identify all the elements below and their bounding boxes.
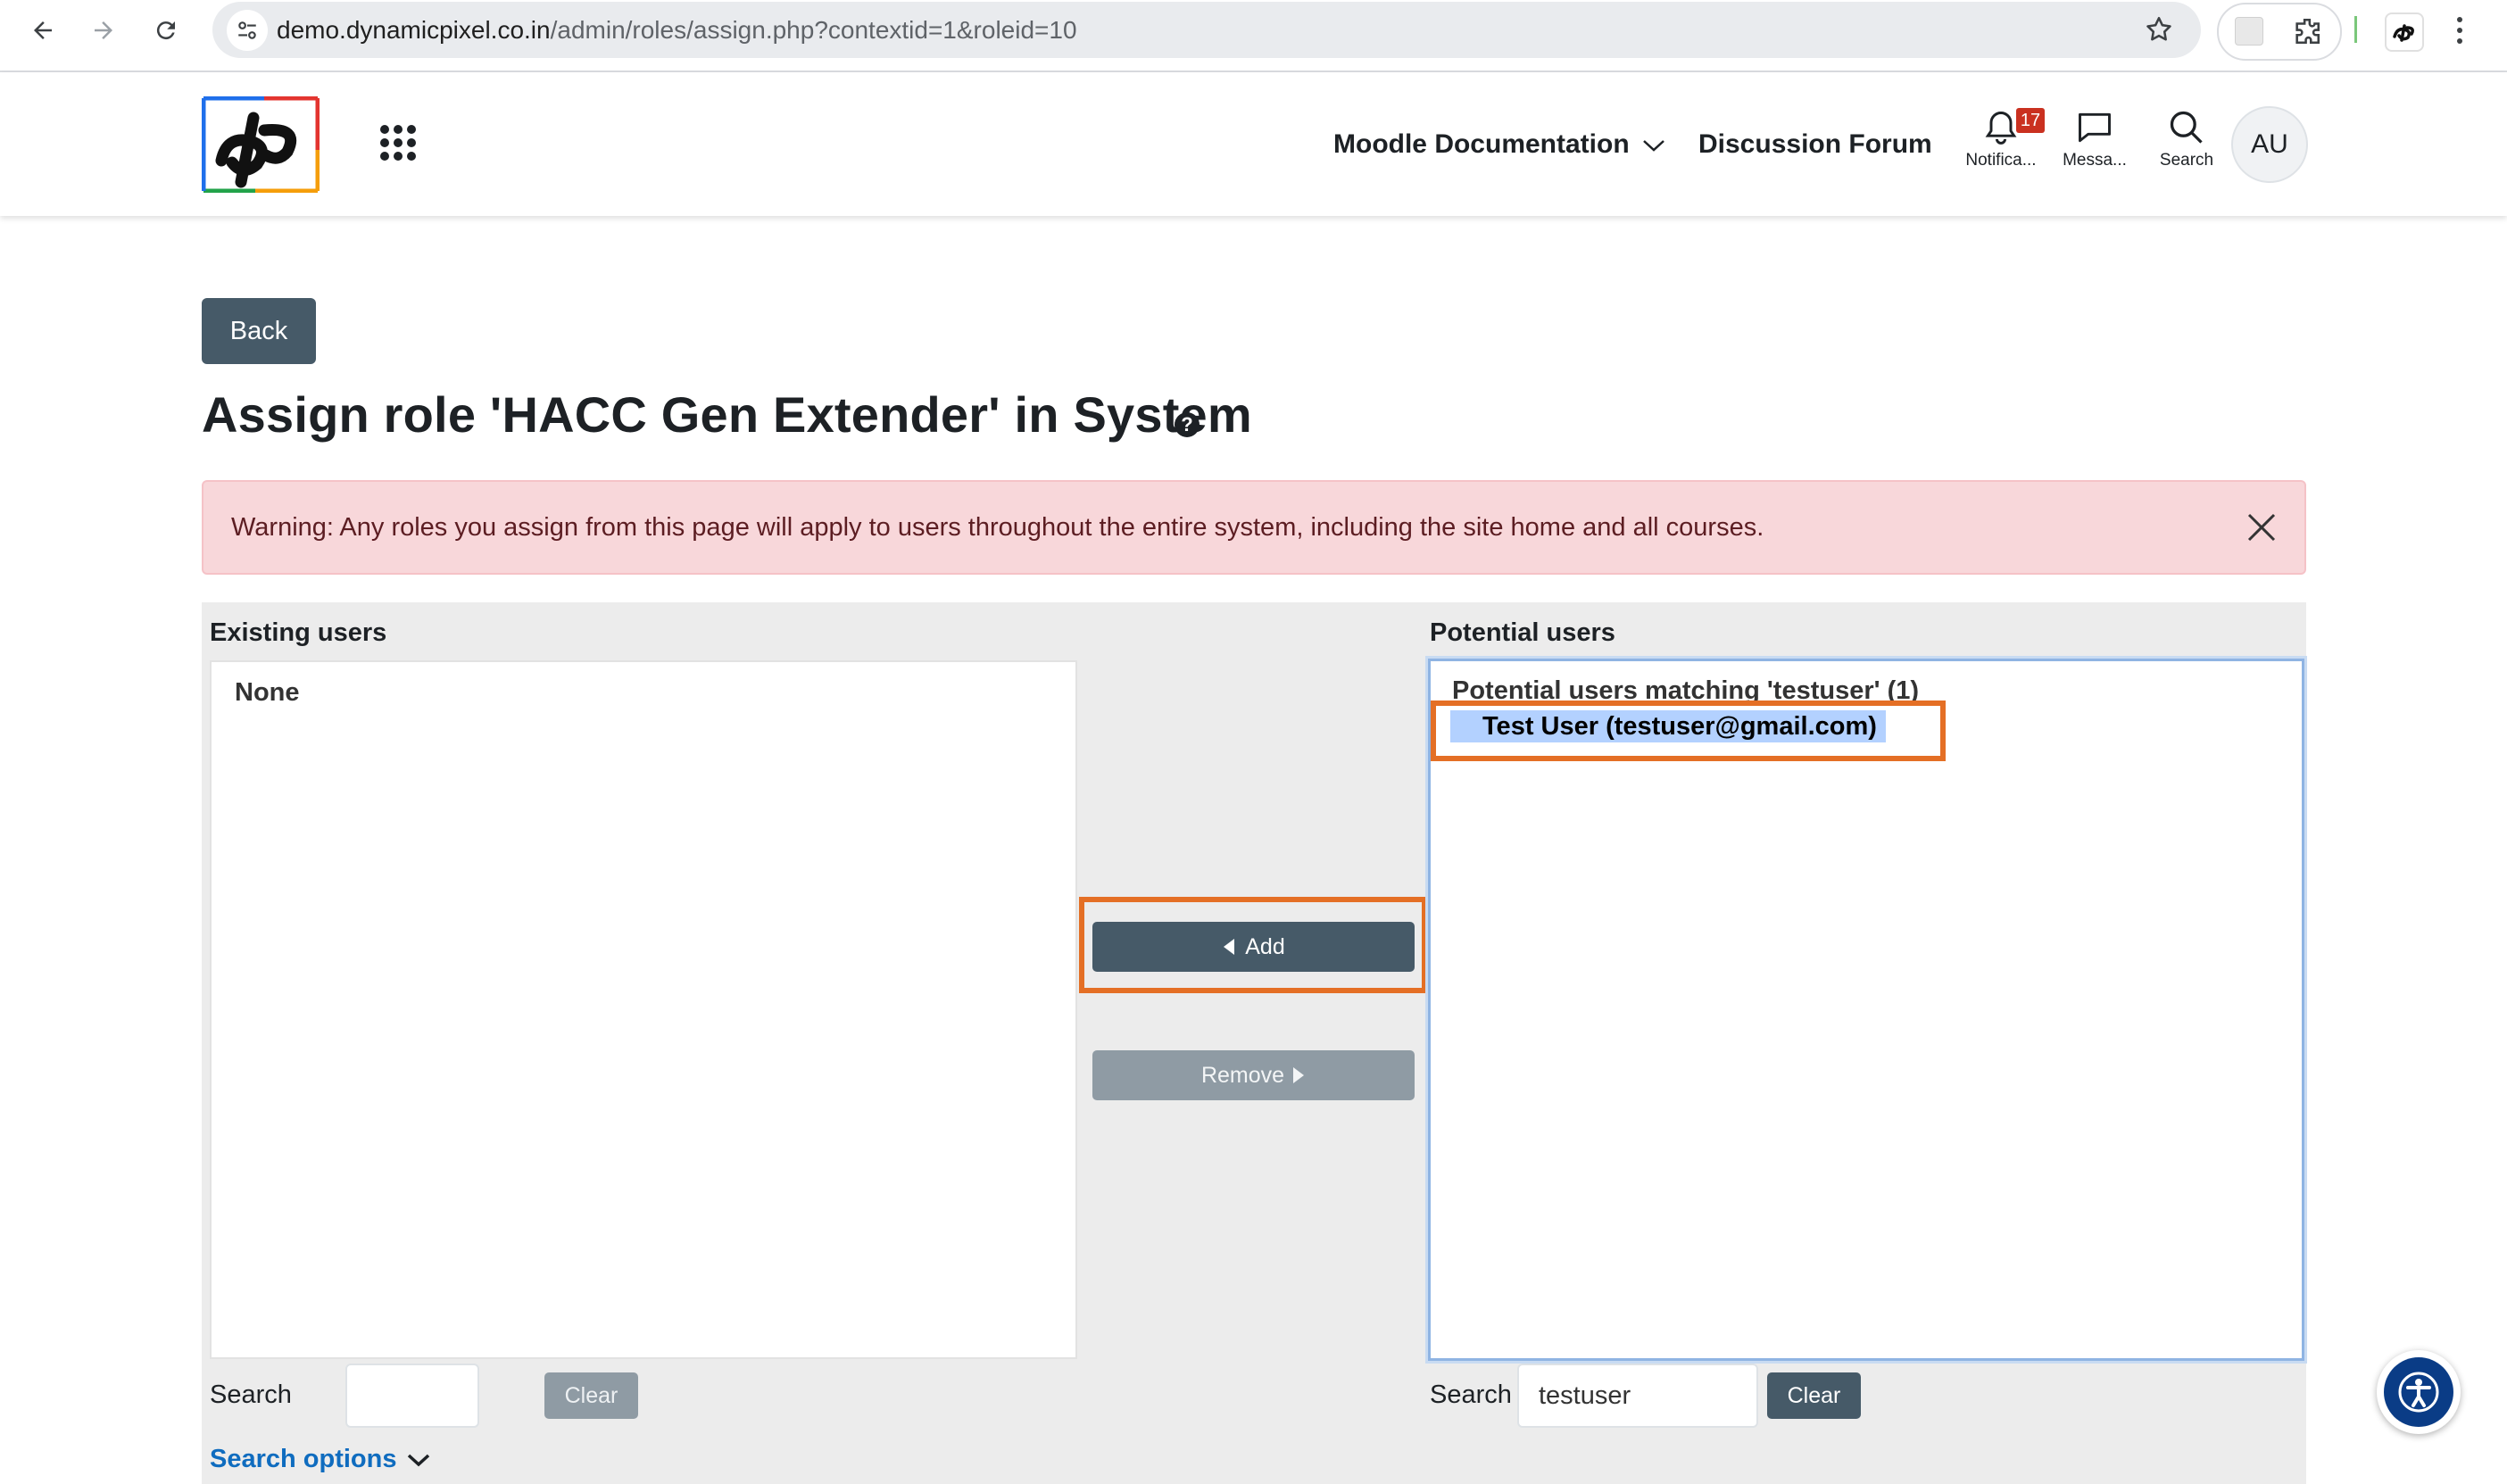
- role-assign-panel: Existing users None Add Remove Potential…: [202, 602, 2306, 1484]
- extension-pill[interactable]: [2217, 3, 2342, 61]
- site-navbar: Moodle Documentation Discussion Forum No…: [0, 72, 2507, 216]
- potential-clear-button[interactable]: Clear: [1767, 1372, 1861, 1419]
- page-title: Assign role 'HACC Gen Extender' in Syste…: [202, 386, 1252, 443]
- chat-icon: [2075, 108, 2114, 147]
- extensions-icon[interactable]: [2292, 16, 2322, 46]
- moodle-docs-menu[interactable]: Moodle Documentation: [1333, 72, 1665, 216]
- notification-count-badge: 17: [2016, 108, 2045, 133]
- url-text[interactable]: demo.dynamicpixel.co.in/admin/roles/assi…: [277, 2, 1077, 58]
- url-path: /admin/roles/assign.php?contextid=1&role…: [550, 16, 1077, 44]
- existing-users-label: Existing users: [210, 618, 387, 647]
- moodle-docs-label: Moodle Documentation: [1333, 129, 1630, 159]
- accessibility-icon: [2384, 1357, 2453, 1427]
- messages-label: Messa...: [2063, 151, 2127, 170]
- warning-text: Warning: Any roles you assign from this …: [231, 513, 1764, 542]
- existing-clear-button[interactable]: Clear: [544, 1372, 638, 1419]
- back-button[interactable]: Back: [202, 298, 316, 364]
- potential-search-input[interactable]: testuser: [1517, 1364, 1758, 1428]
- highlight-add-button: [1079, 897, 1427, 993]
- notifications-label: Notifica...: [1965, 151, 2037, 170]
- menu-kebab-icon[interactable]: [2454, 14, 2465, 46]
- url-host: demo.dynamicpixel.co.in: [277, 16, 551, 44]
- site-info-icon[interactable]: [227, 10, 268, 51]
- messages-button[interactable]: Messa...: [2050, 108, 2139, 170]
- search-label: Search: [2159, 151, 2214, 170]
- search-options-label: Search options: [210, 1445, 397, 1473]
- close-icon[interactable]: [2246, 511, 2278, 543]
- forward-arrow-icon[interactable]: [80, 7, 127, 54]
- user-avatar[interactable]: AU: [2231, 106, 2308, 183]
- chevron-down-icon: [406, 1452, 431, 1468]
- existing-users-select[interactable]: None: [210, 660, 1077, 1359]
- toolbar-divider: [2354, 16, 2357, 43]
- discussion-forum-link[interactable]: Discussion Forum: [1698, 72, 1932, 216]
- caret-right-icon: [1291, 1066, 1306, 1084]
- reload-icon[interactable]: [143, 7, 189, 54]
- back-arrow-icon[interactable]: [20, 7, 66, 54]
- address-bar[interactable]: demo.dynamicpixel.co.in/admin/roles/assi…: [212, 2, 2201, 58]
- accessibility-button[interactable]: [2377, 1350, 2461, 1434]
- existing-search-input[interactable]: [345, 1364, 479, 1428]
- bell-icon: [1981, 108, 2021, 147]
- search-button[interactable]: Search: [2142, 108, 2231, 170]
- app-grid-icon[interactable]: [379, 124, 417, 162]
- search-icon: [2167, 108, 2206, 147]
- site-logo[interactable]: [202, 96, 320, 193]
- extension-thumb-icon[interactable]: [2235, 17, 2263, 46]
- star-icon[interactable]: [2144, 14, 2174, 45]
- existing-users-empty: None: [235, 678, 300, 707]
- highlight-selected-user: [1431, 701, 1946, 761]
- chevron-down-icon: [1642, 138, 1665, 153]
- browser-toolbar: demo.dynamicpixel.co.in/admin/roles/assi…: [0, 0, 2507, 72]
- remove-button[interactable]: Remove: [1092, 1050, 1415, 1100]
- help-icon[interactable]: ?: [1175, 412, 1200, 437]
- remove-label: Remove: [1200, 1062, 1285, 1088]
- potential-users-label: Potential users: [1430, 618, 1615, 647]
- potential-search-label: Search: [1430, 1380, 1512, 1409]
- profile-extension-icon[interactable]: [2385, 12, 2424, 52]
- existing-search-label: Search: [210, 1380, 292, 1409]
- search-options-link[interactable]: Search options: [210, 1445, 431, 1474]
- warning-alert: Warning: Any roles you assign from this …: [202, 480, 2306, 575]
- potential-users-select[interactable]: Potential users matching 'testuser' (1) …: [1428, 659, 2304, 1361]
